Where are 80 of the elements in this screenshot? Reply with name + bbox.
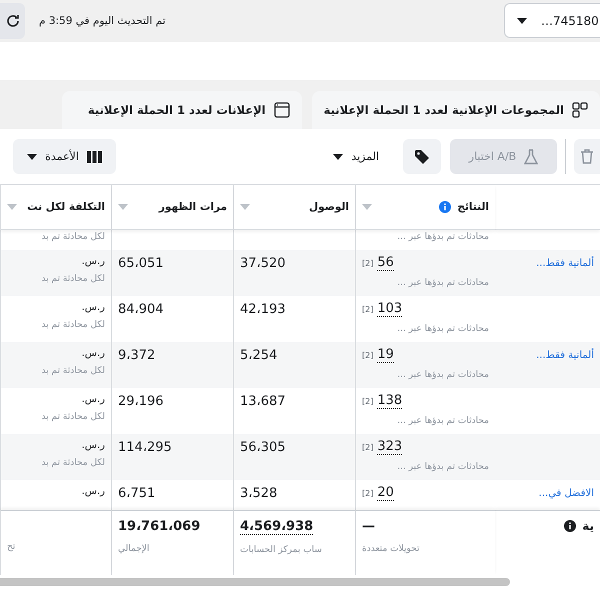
- column-header[interactable]: النتائج: [355, 185, 495, 230]
- results-caption: محادثات تم بدؤها عبر ...: [396, 369, 489, 382]
- window-icon: [274, 102, 290, 118]
- cost-value: ر.س.: [82, 440, 105, 452]
- footnote-marker: [2]: [362, 259, 374, 268]
- results-caption: محادثات تم بدؤها عبر ...: [396, 461, 489, 474]
- results-value: 20: [377, 486, 394, 502]
- impressions-value: 65،051: [118, 256, 165, 272]
- caret-icon: [7, 204, 17, 210]
- horizontal-scrollbar[interactable]: [0, 578, 510, 586]
- total-caption: تحويلات متعددة: [362, 543, 420, 556]
- cost-caption: لكل محادثة تم بد: [41, 365, 105, 378]
- cost-value: ر.س.: [82, 256, 105, 268]
- results-value: 138: [377, 394, 402, 410]
- columns-button[interactable]: الأعمدة: [13, 139, 116, 174]
- results-caption: محادثات تم بدؤها عبر ...: [396, 415, 489, 428]
- cost-value: ر.س.: [82, 394, 105, 406]
- caret-icon: [118, 204, 128, 210]
- column-header[interactable]: التكلفة لكل نت: [0, 185, 111, 230]
- cost-caption: لكل محادثة تم بد: [41, 273, 105, 286]
- caret-icon: [240, 204, 250, 210]
- tag-button[interactable]: [403, 139, 441, 174]
- results-value: 323: [377, 440, 402, 456]
- reach-value: 42،193: [240, 302, 287, 318]
- impressions-value: 6،751: [118, 486, 156, 502]
- tab[interactable]: الإعلانات لعدد 1 الحملة الإعلانية: [62, 91, 302, 130]
- refresh-icon: [4, 12, 20, 29]
- summary-label: ية: [582, 519, 594, 534]
- tab[interactable]: المجموعات الإعلانية لعدد 1 الحملة الإعلانية: [312, 91, 600, 130]
- caret-icon: [517, 18, 527, 24]
- results-value: 103: [377, 302, 402, 318]
- columns-icon: [86, 150, 102, 163]
- results-caption: محادثات تم بدؤها عبر ...: [396, 277, 489, 290]
- reach-value: 37،520: [240, 256, 287, 272]
- footnote-marker: [2]: [362, 443, 374, 452]
- ad-name-link[interactable]: ألمانية فقط...: [536, 256, 594, 272]
- total-value: —: [362, 519, 375, 534]
- total-caption: الإجمالي: [118, 543, 150, 556]
- footnote-marker: [2]: [362, 397, 374, 406]
- reach-value: 13،687: [240, 394, 287, 410]
- impressions-value: 29،196: [118, 394, 165, 410]
- footnote-marker: [2]: [362, 489, 374, 498]
- ad-name-link[interactable]: الافضل في...: [538, 486, 594, 502]
- total-value: 4،569،938: [240, 519, 314, 536]
- cost-value: ر.س.: [82, 348, 105, 360]
- ad-name-link[interactable]: ألمانية فقط...: [536, 348, 594, 364]
- caret-icon: [362, 204, 372, 210]
- results-caption: محادثات تم بدؤها عبر ...: [396, 231, 489, 244]
- refresh-button[interactable]: [0, 2, 25, 39]
- tag-icon: [414, 148, 430, 165]
- trash-icon: [580, 149, 594, 164]
- footnote-marker: [2]: [362, 305, 374, 314]
- results-value: 56: [377, 256, 394, 272]
- reach-value: 5،254: [240, 348, 278, 364]
- impressions-value: 84،904: [118, 302, 165, 318]
- grid-icon: [572, 102, 588, 118]
- reach-value: 3،528: [240, 486, 278, 502]
- cost-value: ر.س.: [82, 302, 105, 314]
- impressions-value: 9،372: [118, 348, 156, 364]
- column-header[interactable]: الوصول: [233, 185, 355, 230]
- flask-icon: [524, 148, 538, 165]
- footnote-marker: [2]: [362, 351, 374, 360]
- delete-button[interactable]: [574, 139, 600, 174]
- total-caption: ساب بمركز الحسابات: [240, 544, 322, 558]
- impressions-value: 114،295: [118, 440, 173, 456]
- results-value: 19: [377, 348, 394, 364]
- cost-caption: لكل محادثة تم بد: [41, 231, 105, 244]
- total-value: 19،761،069: [118, 519, 200, 534]
- last-updated-text: تم التحديث اليوم في 3:59 م: [39, 14, 166, 27]
- cost-caption: لكل محادثة تم بد: [41, 319, 105, 332]
- cost-value: ر.س.: [82, 486, 105, 498]
- cost-caption: لكل محادثة تم بد: [41, 411, 105, 424]
- results-caption: محادثات تم بدؤها عبر ...: [396, 323, 489, 336]
- caret-icon: [27, 154, 38, 160]
- account-selector[interactable]: …745180: [504, 3, 600, 38]
- caret-icon: [333, 154, 344, 160]
- reach-value: 56،305: [240, 440, 287, 456]
- total-caption: تح: [7, 541, 16, 554]
- column-header[interactable]: مرات الظهور: [111, 185, 233, 230]
- cost-caption: لكل محادثة تم بد: [41, 457, 105, 470]
